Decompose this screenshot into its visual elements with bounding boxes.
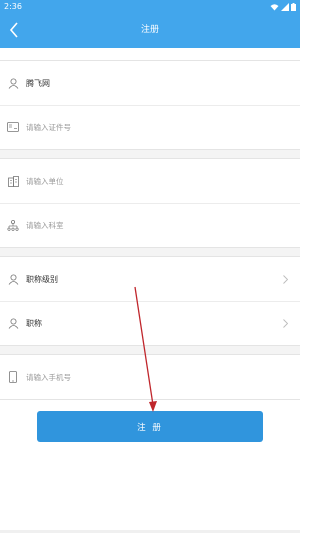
annotation-arrow	[134, 286, 157, 412]
